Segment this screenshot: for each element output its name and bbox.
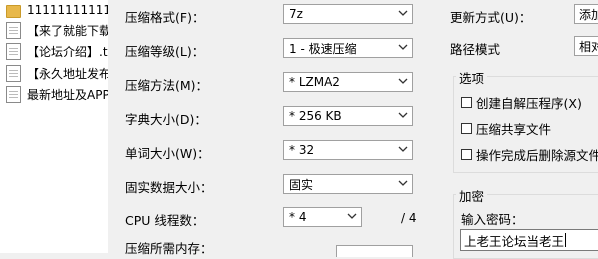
file-item[interactable]: 【永久地址发布	[6, 64, 108, 82]
cpu-value: * 4	[289, 210, 307, 224]
document-icon	[6, 42, 21, 60]
checkbox-box[interactable]	[461, 149, 472, 160]
file-name: 【来了就能下载	[27, 23, 108, 38]
shared-files-checkbox[interactable]: 压缩共享文件	[461, 119, 551, 138]
password-text: 上老王论坛当老王	[464, 233, 565, 249]
word-label: 单词大小(W)：	[125, 146, 210, 161]
solid-select[interactable]: 固实	[283, 174, 413, 194]
memory-value-box	[336, 245, 413, 257]
dict-select[interactable]: * 256 KB	[283, 106, 413, 126]
method-select[interactable]: * LZMA2	[283, 72, 413, 92]
archive-settings-dialog: 压缩格式(F)： 7z 压缩等级(L)： 1 - 极速压缩 压缩方法(M)： *…	[108, 0, 598, 259]
password-label: 输入密码：	[461, 212, 524, 227]
word-value: * 32	[289, 143, 315, 157]
method-label: 压缩方法(M)：	[125, 78, 209, 93]
file-item[interactable]: 【来了就能下载	[6, 21, 108, 39]
cpu-max-threads: / 4	[401, 211, 417, 225]
document-icon	[6, 21, 21, 39]
file-item[interactable]: 1111111111111	[6, 1, 108, 19]
file-name: 【永久地址发布	[27, 66, 108, 81]
chevron-down-icon	[398, 42, 408, 52]
chevron-down-icon	[347, 211, 357, 221]
checkbox-box[interactable]	[461, 123, 472, 134]
encryption-title: 加密	[456, 186, 488, 205]
path-mode-label: 路径模式	[450, 42, 501, 57]
checkbox-box[interactable]	[461, 97, 472, 108]
memory-label: 压缩所需内存：	[125, 241, 213, 256]
chevron-down-icon	[398, 144, 408, 154]
word-select[interactable]: * 32	[283, 140, 413, 160]
sfx-checkbox[interactable]: 创建自解压程序(X)	[461, 93, 582, 112]
file-list: 1111111111111 【来了就能下载 【论坛介绍】.t 【永久地址发布 最…	[0, 0, 108, 253]
chevron-down-icon	[398, 8, 408, 18]
dict-value: * 256 KB	[289, 109, 342, 123]
document-icon	[6, 85, 21, 103]
format-label: 压缩格式(F)：	[125, 10, 205, 25]
chevron-down-icon	[398, 110, 408, 120]
chevron-down-icon	[398, 178, 408, 188]
method-value: * LZMA2	[289, 75, 340, 89]
format-select[interactable]: 7z	[283, 4, 413, 24]
cpu-threads-select[interactable]: * 4	[283, 207, 362, 227]
file-item[interactable]: 最新地址及APP	[6, 85, 108, 103]
format-value: 7z	[289, 7, 303, 21]
update-select[interactable]: 添加	[574, 4, 598, 24]
delete-after-checkbox[interactable]: 操作完成后删除源文件	[461, 145, 598, 164]
file-name: 1111111111111	[27, 3, 108, 17]
options-title: 选项	[456, 68, 488, 87]
update-label: 更新方式(U)：	[450, 10, 532, 25]
file-name: 最新地址及APP	[27, 87, 108, 102]
solid-value: 固实	[289, 177, 314, 192]
chevron-down-icon	[398, 76, 408, 86]
document-icon	[6, 64, 21, 82]
update-value: 添加	[579, 7, 598, 22]
shared-files-label: 压缩共享文件	[476, 122, 552, 137]
level-value: 1 - 极速压缩	[289, 41, 357, 56]
solid-label: 固实数据大小：	[125, 180, 213, 195]
level-select[interactable]: 1 - 极速压缩	[283, 38, 413, 58]
text-caret	[565, 233, 567, 247]
cpu-label: CPU 线程数：	[125, 213, 205, 228]
delete-after-label: 操作完成后删除源文件	[476, 148, 598, 163]
folder-icon	[6, 4, 21, 18]
file-item[interactable]: 【论坛介绍】.t	[6, 42, 108, 60]
dict-label: 字典大小(D)：	[125, 112, 207, 127]
password-input[interactable]: 上老王论坛当老王	[460, 229, 598, 251]
path-mode-select[interactable]: 相对	[574, 36, 598, 56]
file-name: 【论坛介绍】.t	[27, 44, 108, 59]
path-mode-value: 相对	[579, 39, 598, 54]
level-label: 压缩等级(L)：	[125, 44, 205, 59]
sfx-label: 创建自解压程序(X)	[476, 96, 582, 111]
